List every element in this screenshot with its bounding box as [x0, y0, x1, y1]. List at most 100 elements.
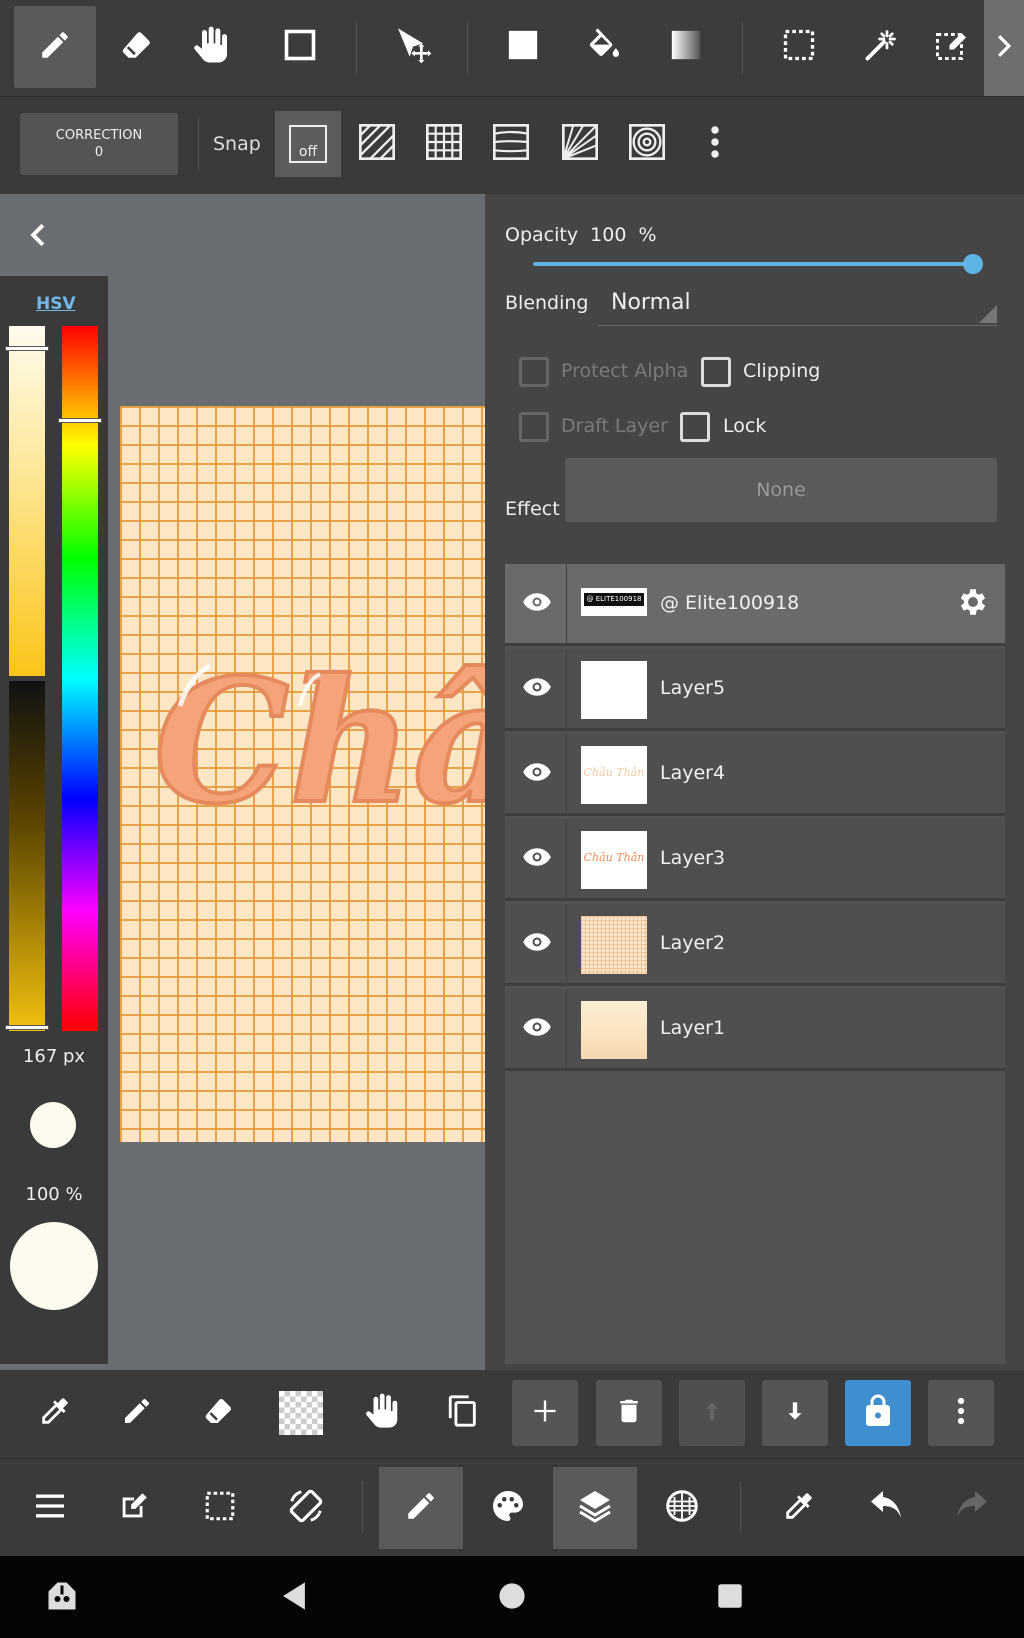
brush-panel-button[interactable] — [379, 1467, 463, 1549]
magic-wand-tool-button[interactable] — [840, 6, 922, 88]
fill-rect-tool-button[interactable] — [482, 6, 564, 88]
layer-visibility-toggle[interactable] — [517, 669, 557, 709]
redo-button[interactable] — [930, 1467, 1014, 1549]
layer-visibility-toggle[interactable] — [517, 584, 557, 624]
opacity-value: 100 — [590, 224, 627, 246]
current-color-swatch[interactable] — [10, 1222, 98, 1310]
color-panel-button[interactable] — [466, 1467, 550, 1549]
layer-thumbnail-text: Châu Thân — [583, 851, 645, 864]
bucket-tool-button[interactable] — [563, 6, 645, 88]
eye-icon — [522, 846, 552, 872]
nav-back-button[interactable] — [272, 1576, 316, 1620]
blending-select[interactable]: Normal — [597, 280, 997, 326]
fill-rect-icon — [506, 28, 540, 66]
opacity-slider-handle[interactable] — [963, 254, 983, 274]
bottom-eyedropper-button[interactable] — [757, 1467, 841, 1549]
eye-icon — [522, 931, 552, 957]
layer-visibility-toggle[interactable] — [517, 754, 557, 794]
layer-row[interactable]: Layer5 — [505, 649, 1005, 731]
move-layer-up-button[interactable] — [679, 1380, 745, 1446]
chevron-left-icon — [28, 223, 48, 252]
quick-pen-button[interactable] — [104, 1380, 170, 1446]
add-layer-button[interactable] — [512, 1380, 578, 1446]
effect-label: Effect — [505, 498, 560, 520]
protect-alpha-checkbox[interactable] — [519, 357, 549, 387]
value-slider-handle[interactable] — [5, 346, 49, 351]
lock-checkbox[interactable] — [680, 412, 710, 442]
rectangle-tool-button[interactable] — [259, 6, 341, 88]
draft-layer-checkbox[interactable] — [519, 412, 549, 442]
assistant-button[interactable] — [40, 1576, 84, 1620]
value-slider-light[interactable] — [5, 326, 49, 676]
snap-perspective-button[interactable] — [478, 111, 544, 177]
row-divider — [566, 649, 567, 731]
hue-slider[interactable] — [58, 326, 102, 1031]
effect-button[interactable]: None — [565, 458, 997, 522]
correction-button[interactable]: CORRECTION 0 — [20, 113, 178, 175]
toolbar-scroll-right-button[interactable] — [984, 0, 1024, 96]
undo-button[interactable] — [844, 1467, 928, 1549]
hand-tool-button[interactable] — [171, 6, 253, 88]
edit-button[interactable] — [92, 1467, 176, 1549]
row-divider — [566, 904, 567, 986]
nav-recents-button[interactable] — [708, 1576, 752, 1620]
select-pen-tool-button[interactable] — [918, 6, 984, 88]
delete-layer-button[interactable] — [596, 1380, 662, 1446]
material-panel-button[interactable] — [640, 1467, 724, 1549]
collapse-color-panel-button[interactable] — [28, 222, 48, 252]
layer-thumbnail — [581, 1001, 647, 1059]
brush-opacity-label[interactable]: 100 % — [0, 1184, 108, 1205]
snap-off-button[interactable]: off — [275, 111, 341, 177]
hue-slider-handle[interactable] — [58, 418, 102, 423]
layer-row[interactable]: Layer1 — [505, 989, 1005, 1071]
layer-thumbnail — [581, 916, 647, 974]
value-slider-dark[interactable] — [5, 681, 49, 1031]
snap-grid-button[interactable] — [411, 111, 477, 177]
layers-panel-button[interactable] — [553, 1467, 637, 1549]
snap-radial-button[interactable] — [547, 111, 613, 177]
snap-more-button[interactable] — [682, 111, 748, 177]
layer-visibility-toggle[interactable] — [517, 924, 557, 964]
drawing-canvas[interactable]: Châ — [120, 406, 485, 1142]
copy-icon — [446, 1394, 480, 1432]
layer-row[interactable]: Châu Thân Layer3 — [505, 819, 1005, 901]
circle-home-icon — [498, 1582, 526, 1614]
opacity-slider[interactable] — [533, 262, 969, 266]
blending-value: Normal — [611, 290, 691, 315]
pen-icon — [121, 1395, 153, 1431]
snap-concentric-button[interactable] — [614, 111, 680, 177]
move-tool-button[interactable] — [372, 6, 454, 88]
layer-visibility-toggle[interactable] — [517, 1009, 557, 1049]
arrow-up-icon — [699, 1397, 725, 1429]
gradient-tool-button[interactable] — [645, 6, 727, 88]
layer-settings-button[interactable] — [953, 584, 993, 624]
brush-size-label[interactable]: 167 px — [0, 1046, 108, 1067]
nav-home-button[interactable] — [490, 1576, 534, 1620]
layer-row[interactable]: Châu Thân Layer4 — [505, 734, 1005, 816]
transparent-color-button[interactable] — [268, 1380, 334, 1446]
lock-layer-button[interactable] — [845, 1380, 911, 1446]
clipping-checkbox[interactable] — [701, 357, 731, 387]
select-rect-tool-button[interactable] — [758, 6, 840, 88]
move-layer-down-button[interactable] — [762, 1380, 828, 1446]
chevron-right-icon — [994, 33, 1014, 63]
layer-menu-button[interactable] — [928, 1380, 994, 1446]
layer-thumbnail-text: Châu Thân — [583, 766, 645, 779]
eyedropper-button[interactable] — [22, 1380, 88, 1446]
canvas-area[interactable]: Châ HSV 167 px 100 % — [0, 194, 485, 1370]
eraser-tool-button[interactable] — [96, 6, 178, 88]
layer-visibility-toggle[interactable] — [517, 839, 557, 879]
gear-icon — [956, 585, 990, 623]
selection-button[interactable] — [178, 1467, 262, 1549]
pen-tool-button[interactable] — [14, 6, 96, 88]
color-mode-toggle[interactable]: HSV — [36, 294, 76, 314]
quick-hand-button[interactable] — [350, 1380, 416, 1446]
value-slider-bottom-handle[interactable] — [5, 1025, 49, 1030]
rotate-canvas-button[interactable] — [264, 1467, 348, 1549]
main-menu-button[interactable] — [8, 1467, 92, 1549]
snap-parallel-button[interactable] — [344, 111, 410, 177]
quick-eraser-button[interactable] — [186, 1380, 252, 1446]
layer-row[interactable]: @ ELITE100918 @ Elite100918 — [505, 564, 1005, 646]
layer-row[interactable]: Layer2 — [505, 904, 1005, 986]
copy-layer-button[interactable] — [430, 1380, 496, 1446]
